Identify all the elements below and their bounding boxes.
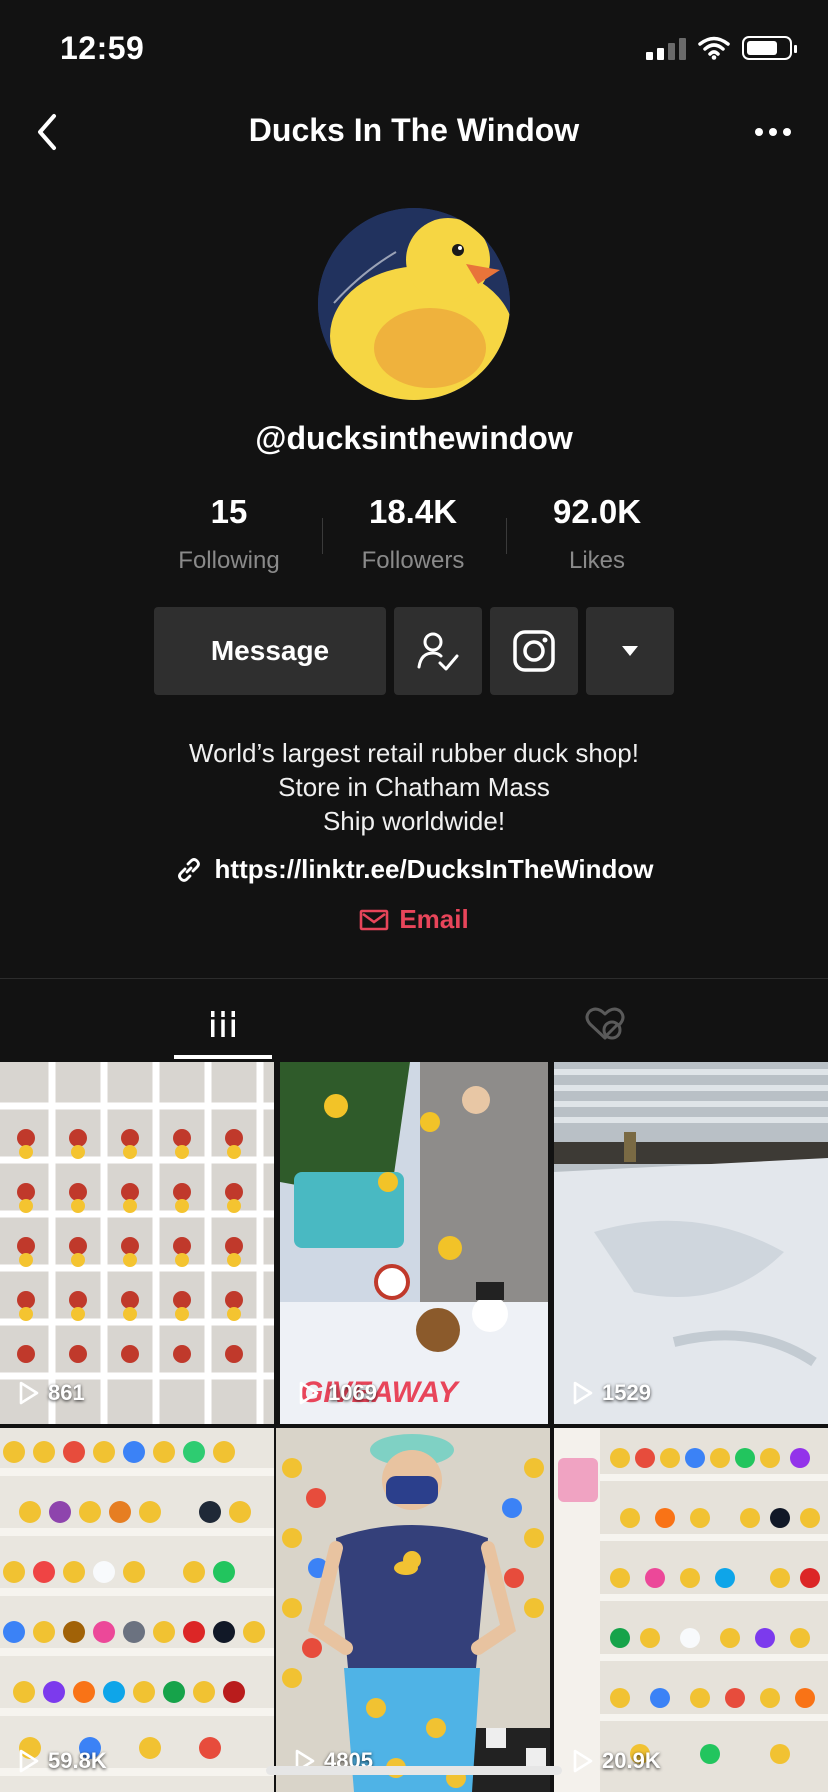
video-thumbnail[interactable]: 59.8K (0, 1428, 274, 1792)
likes-label: Likes (568, 547, 626, 574)
view-count: 59.8K (18, 1748, 107, 1774)
tab-videos[interactable] (174, 990, 272, 1058)
play-icon (573, 1381, 593, 1405)
section-divider (0, 978, 828, 979)
stat-following[interactable]: 15 Following (137, 493, 321, 575)
view-count-text: 1069 (328, 1380, 377, 1405)
tab-liked[interactable] (556, 990, 654, 1058)
view-count-text: 1529 (602, 1380, 651, 1405)
following-label: Following (178, 547, 280, 574)
home-indicator (266, 1766, 562, 1775)
active-tab-indicator (174, 1055, 272, 1059)
status-icons (646, 36, 797, 60)
email-label: Email (399, 904, 469, 934)
play-icon (19, 1381, 39, 1405)
video-thumbnail[interactable]: 1529 (554, 1062, 828, 1424)
view-count-text: 20.9K (602, 1748, 661, 1773)
avatar[interactable] (318, 208, 510, 400)
play-icon (299, 1381, 319, 1405)
caret-down-icon (622, 646, 638, 656)
mail-icon (360, 909, 389, 930)
likes-count: 92.0K (552, 493, 642, 530)
stat-likes[interactable]: 92.0K Likes (505, 493, 689, 575)
email-link[interactable]: Email (0, 904, 828, 935)
profile-link[interactable]: https://linktr.ee/DucksInTheWindow (0, 854, 828, 885)
profile-bio: World’s largest retail rubber duck shop!… (0, 736, 828, 838)
bio-line: World’s largest retail rubber duck shop! (189, 738, 639, 768)
link-text: https://linktr.ee/DucksInTheWindow (214, 854, 654, 884)
play-icon (573, 1749, 593, 1773)
view-count: 20.9K (572, 1748, 661, 1774)
following-count: 15 (210, 493, 248, 530)
followers-label: Followers (361, 547, 465, 574)
video-thumbnail[interactable]: GIVEAWAY 1069 (280, 1062, 548, 1424)
bio-line: Store in Chatham Mass (278, 772, 550, 802)
following-status-button[interactable] (394, 607, 482, 695)
liked-hidden-icon (585, 1007, 625, 1040)
grid-icon (208, 1011, 238, 1037)
view-count: 861 (18, 1380, 85, 1406)
view-count: 1529 (572, 1380, 651, 1406)
stat-followers[interactable]: 18.4K Followers (321, 493, 505, 575)
video-thumbnail[interactable]: 20.9K (554, 1428, 828, 1792)
video-thumbnail[interactable]: 4805 (276, 1428, 550, 1792)
instagram-icon (513, 630, 555, 672)
signal-icon (646, 36, 686, 60)
wifi-icon (698, 36, 730, 60)
link-icon (177, 857, 200, 882)
suggested-accounts-button[interactable] (586, 607, 674, 695)
view-count-text: 861 (48, 1380, 85, 1405)
play-icon (19, 1749, 39, 1773)
user-check-icon (417, 632, 459, 671)
view-count: 1069 (298, 1380, 377, 1406)
more-options-icon[interactable] (750, 120, 796, 144)
view-count-text: 59.8K (48, 1748, 107, 1773)
message-button[interactable]: Message (154, 607, 386, 695)
instagram-button[interactable] (490, 607, 578, 695)
video-thumbnail[interactable]: 861 (0, 1062, 274, 1424)
bio-line: Ship worldwide! (322, 806, 506, 836)
page-title: Ducks In The Window (248, 112, 580, 148)
status-time: 12:59 (60, 30, 145, 66)
profile-handle: @ducksinthewindow (255, 420, 573, 456)
battery-icon (742, 36, 797, 60)
followers-count: 18.4K (368, 493, 458, 530)
